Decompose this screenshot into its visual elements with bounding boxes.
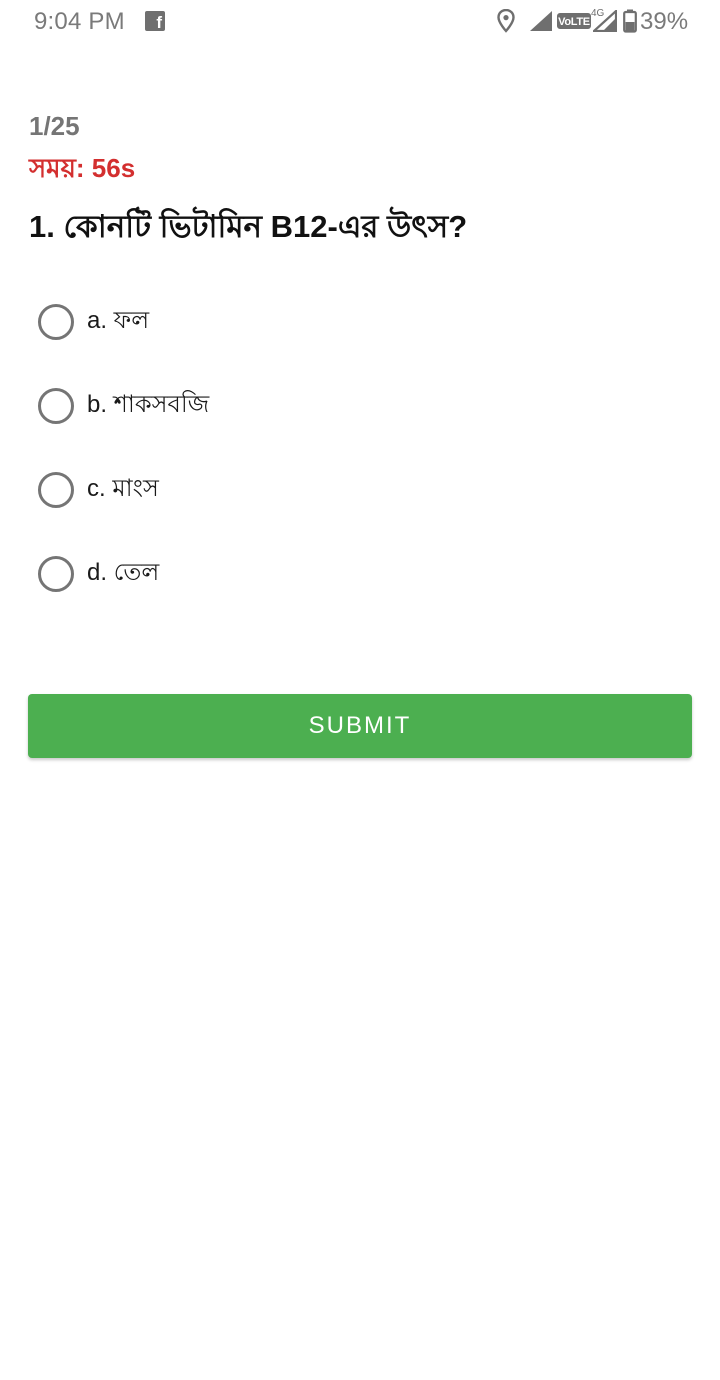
submit-button[interactable]: SUBMIT <box>28 694 692 758</box>
option-d[interactable]: d. তেল <box>30 532 690 616</box>
option-b[interactable]: b. শাকসবজি <box>30 364 690 448</box>
radio-button-icon[interactable] <box>38 388 74 424</box>
status-time: 9:04 PM <box>34 8 125 35</box>
option-label: d. তেল <box>87 559 160 586</box>
radio-button-icon[interactable] <box>38 472 74 508</box>
radio-button-icon[interactable] <box>38 304 74 340</box>
question-progress: 1/25 <box>29 111 80 141</box>
location-icon <box>497 9 515 33</box>
status-bar: 9:04 PM f VoLTE 4G 39% <box>0 0 720 44</box>
battery-icon <box>623 9 637 33</box>
option-label: b. শাকসবজি <box>87 391 210 418</box>
facebook-icon: f <box>145 11 165 31</box>
option-c[interactable]: c. মাংস <box>30 448 690 532</box>
volte-icon: VoLTE <box>557 13 591 29</box>
signal-4g-icon <box>593 10 617 32</box>
option-a[interactable]: a. ফল <box>30 280 690 364</box>
battery-percentage: 39% <box>640 8 689 35</box>
radio-button-icon[interactable] <box>38 556 74 592</box>
countdown-timer: সময়: 56s <box>29 153 136 183</box>
option-label: c. মাংস <box>87 475 159 502</box>
question-text: 1. কোনটি ভিটামিন B12-এর উৎস? <box>29 209 468 244</box>
option-label: a. ফল <box>87 307 150 334</box>
signal-icon <box>530 11 552 31</box>
